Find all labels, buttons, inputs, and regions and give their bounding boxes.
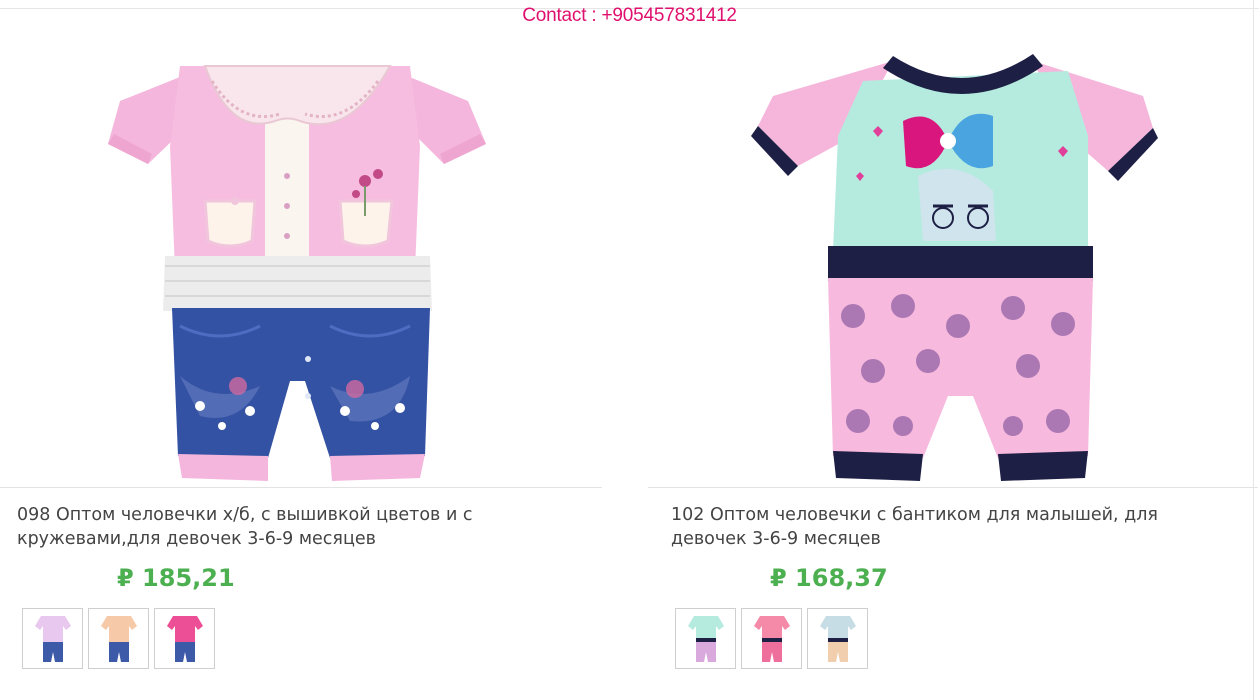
thumbnail-mint[interactable] <box>675 608 736 669</box>
baby-romper-pink-navy-bow-icon[interactable] <box>648 26 1258 486</box>
product-card[interactable]: 098 Оптом человечки х/б, с вышивкой цвет… <box>0 0 604 700</box>
romper-coral-variant-icon <box>753 615 790 662</box>
thumbnail-coral[interactable] <box>741 608 802 669</box>
baby-romper-pink-denim-icon[interactable] <box>0 26 604 486</box>
thumbnail-lilac[interactable] <box>22 608 83 669</box>
thumbnail-hotpink[interactable] <box>154 608 215 669</box>
card-divider <box>648 487 1258 488</box>
product-title[interactable]: 098 Оптом человечки х/б, с вышивкой цвет… <box>17 503 577 551</box>
thumbnail-beige[interactable] <box>807 608 868 669</box>
product-price: ₽ 168,37 <box>770 564 888 592</box>
thumbnail-list <box>22 608 215 669</box>
product-price: ₽ 185,21 <box>117 564 235 592</box>
romper-beige-variant-icon <box>819 615 856 662</box>
thumbnail-peach[interactable] <box>88 608 149 669</box>
romper-hotpink-variant-icon <box>166 615 203 662</box>
romper-peach-variant-icon <box>100 615 137 662</box>
product-card[interactable]: 102 Оптом человечки с бантиком для малыш… <box>648 0 1258 700</box>
thumbnail-list <box>675 608 868 669</box>
product-title[interactable]: 102 Оптом человечки с бантиком для малыш… <box>671 503 1231 551</box>
romper-mint-variant-icon <box>687 615 724 662</box>
card-divider <box>0 487 602 488</box>
romper-lilac-variant-icon <box>34 615 71 662</box>
